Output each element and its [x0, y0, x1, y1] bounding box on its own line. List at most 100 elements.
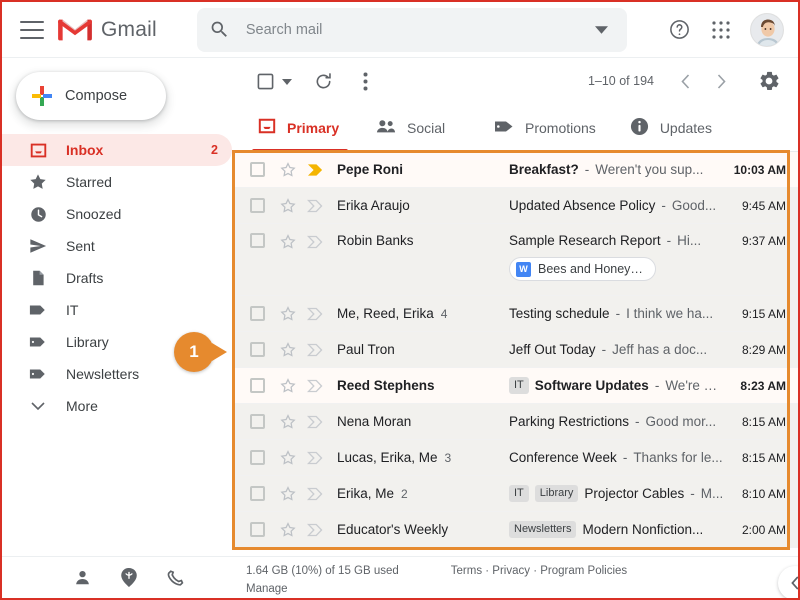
- important-marker-icon[interactable]: [306, 377, 324, 395]
- email-subject: Testing schedule: [509, 306, 610, 321]
- email-checkbox[interactable]: [250, 306, 265, 321]
- email-row[interactable]: Nena Moran Parking Restrictions - Good mor.…: [232, 404, 798, 440]
- email-content: IT Software Updates - We're go...: [509, 377, 724, 394]
- star-icon[interactable]: [279, 521, 297, 539]
- star-icon[interactable]: [279, 413, 297, 431]
- email-checkbox[interactable]: [250, 162, 265, 177]
- sidebar-item-drafts[interactable]: Drafts: [2, 262, 232, 294]
- compose-button[interactable]: Compose: [16, 72, 166, 120]
- email-checkbox[interactable]: [250, 522, 265, 537]
- important-marker-icon[interactable]: [306, 341, 324, 359]
- tab-primary[interactable]: Primary: [246, 104, 364, 152]
- star-icon[interactable]: [279, 197, 297, 215]
- email-row[interactable]: Reed Stephens IT Software Updates - We're go…: [232, 368, 798, 404]
- important-marker-icon[interactable]: [306, 233, 324, 251]
- sidebar-item-snoozed[interactable]: Snoozed: [2, 198, 232, 230]
- email-row[interactable]: Pepe Roni Breakfast? - Weren't you sup... 10…: [232, 152, 798, 188]
- email-time: 2:00 AM: [741, 522, 786, 537]
- email-row[interactable]: Educator's Weekly Newsletters Modern Nonfi…: [232, 512, 798, 548]
- star-icon[interactable]: [279, 305, 297, 323]
- email-label-chip[interactable]: IT: [509, 377, 529, 394]
- star-icon[interactable]: [279, 449, 297, 467]
- star-icon[interactable]: [279, 377, 297, 395]
- email-sender: Robin Banks: [337, 233, 509, 248]
- important-marker-icon[interactable]: [306, 197, 324, 215]
- star-icon[interactable]: [279, 341, 297, 359]
- email-label-chip[interactable]: IT: [509, 485, 529, 502]
- email-subject-line: Conference Week - Thanks for le...: [509, 450, 724, 465]
- email-label-chip[interactable]: Newsletters: [509, 521, 577, 538]
- sidebar-label: IT: [66, 302, 79, 318]
- email-row[interactable]: Lucas, Erika, Me 3 Conference Week - Thanks …: [232, 440, 798, 476]
- email-label-chip[interactable]: Library: [534, 485, 579, 502]
- sidebar-label: More: [66, 398, 98, 414]
- apps-grid-icon[interactable]: [702, 11, 740, 49]
- help-icon[interactable]: [660, 11, 698, 49]
- important-marker-icon[interactable]: [306, 521, 324, 539]
- email-checkbox[interactable]: [250, 414, 265, 429]
- sidebar-item-inbox[interactable]: Inbox 2: [2, 134, 232, 166]
- manage-storage-link[interactable]: Manage: [246, 581, 399, 598]
- sidebar-item-sent[interactable]: Sent: [2, 230, 232, 262]
- header-actions: [660, 11, 798, 49]
- sidebar-label: Inbox: [66, 142, 104, 158]
- sidebar-item-more[interactable]: More: [2, 390, 232, 422]
- star-icon[interactable]: [279, 485, 297, 503]
- avatar[interactable]: [750, 12, 784, 47]
- next-page-icon[interactable]: [706, 66, 736, 96]
- attachment-chip[interactable]: W Bees and Honey…: [509, 257, 656, 281]
- email-time: 8:15 AM: [741, 414, 786, 429]
- email-row[interactable]: Paul Tron Jeff Out Today - Jeff has a doc..…: [232, 332, 798, 368]
- email-time: 9:45 AM: [741, 198, 786, 213]
- refresh-icon[interactable]: [308, 66, 338, 96]
- important-marker-icon[interactable]: [306, 413, 324, 431]
- email-row[interactable]: Robin Banks Sample Research Report - Hi... W…: [232, 224, 798, 296]
- star-icon[interactable]: [279, 233, 297, 251]
- email-checkbox[interactable]: [250, 486, 265, 501]
- tab-promotions[interactable]: Promotions: [482, 104, 618, 151]
- email-checkbox[interactable]: [250, 450, 265, 465]
- search-options-icon[interactable]: [589, 17, 615, 43]
- search-input[interactable]: [243, 20, 589, 39]
- search-bar[interactable]: [196, 7, 627, 52]
- tab-updates[interactable]: Updates: [618, 104, 736, 151]
- important-marker-icon[interactable]: [306, 305, 324, 323]
- gear-icon[interactable]: [754, 66, 784, 96]
- phone-icon[interactable]: [167, 569, 185, 592]
- tab-social[interactable]: Social: [364, 104, 482, 151]
- label-icon: [28, 364, 48, 384]
- collapse-panel-button[interactable]: [778, 566, 798, 598]
- gmail-brand[interactable]: Gmail: [58, 17, 157, 43]
- email-row[interactable]: Me, Reed, Erika 4 Testing schedule - I think…: [232, 296, 798, 332]
- email-sender: Erika, Me 2: [337, 486, 509, 501]
- star-icon[interactable]: [279, 161, 297, 179]
- subject-separator: -: [615, 306, 621, 321]
- important-marker-icon[interactable]: [306, 161, 324, 179]
- sidebar-item-starred[interactable]: Starred: [2, 166, 232, 198]
- app-header: Gmail: [2, 2, 798, 58]
- more-vertical-icon[interactable]: [350, 66, 380, 96]
- select-dropdown-icon[interactable]: [282, 72, 292, 90]
- email-sender: Reed Stephens: [337, 378, 509, 393]
- email-checkbox[interactable]: [250, 342, 265, 357]
- footer-links: Terms · Privacy · Program Policies: [451, 563, 627, 598]
- legal-links[interactable]: Terms · Privacy · Program Policies: [451, 565, 627, 577]
- important-marker-icon[interactable]: [306, 449, 324, 467]
- prev-page-icon[interactable]: [670, 66, 700, 96]
- email-checkbox[interactable]: [250, 233, 265, 248]
- tab-label: Promotions: [525, 119, 596, 136]
- person-icon[interactable]: [74, 569, 91, 591]
- email-checkbox[interactable]: [250, 198, 265, 213]
- sidebar-item-it[interactable]: IT: [2, 294, 232, 326]
- email-snippet: M...: [700, 486, 724, 501]
- email-time: 9:15 AM: [741, 306, 786, 321]
- select-all-checkbox[interactable]: [250, 66, 280, 96]
- hamburger-menu-icon[interactable]: [20, 20, 44, 39]
- important-marker-icon[interactable]: [306, 485, 324, 503]
- email-snippet: Weren't you sup...: [595, 162, 704, 177]
- chat-icon[interactable]: [121, 568, 137, 592]
- subject-separator: -: [690, 486, 695, 501]
- email-row[interactable]: Erika Araujo Updated Absence Policy - Good.…: [232, 188, 798, 224]
- email-checkbox[interactable]: [250, 378, 265, 393]
- email-row[interactable]: Erika, Me 2 IT Library Projector Cables - M...…: [232, 476, 798, 512]
